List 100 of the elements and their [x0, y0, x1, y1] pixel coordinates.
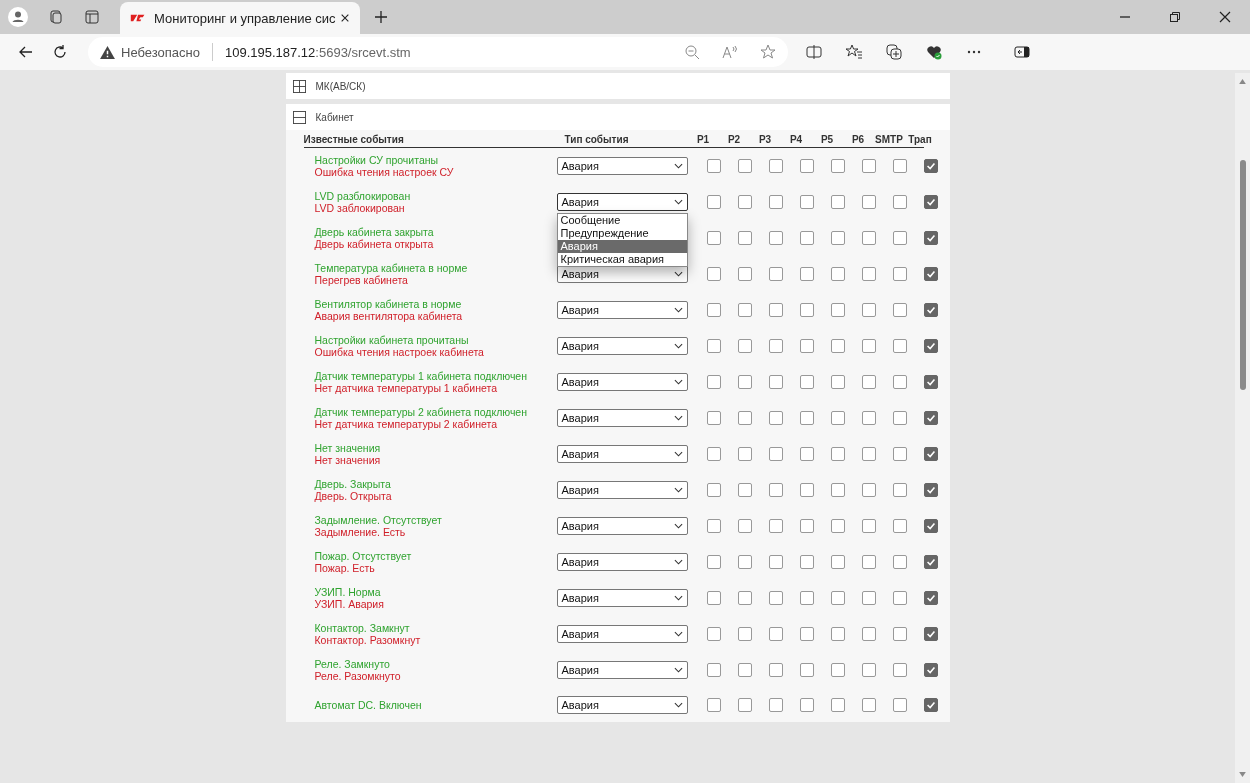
checkbox[interactable] — [893, 483, 907, 497]
checkbox[interactable] — [862, 698, 876, 712]
event-type-select[interactable]: Авария — [556, 445, 688, 463]
event-type-select[interactable]: Авария — [556, 481, 688, 499]
checkbox[interactable] — [738, 519, 752, 533]
collections-icon[interactable] — [886, 44, 902, 60]
checkbox[interactable] — [800, 195, 814, 209]
checkbox[interactable] — [769, 411, 783, 425]
checkbox[interactable] — [831, 339, 845, 353]
checkbox[interactable] — [769, 267, 783, 281]
checkbox[interactable] — [893, 411, 907, 425]
checkbox[interactable] — [893, 303, 907, 317]
checkbox[interactable] — [738, 159, 752, 173]
checkbox[interactable] — [862, 303, 876, 317]
checkbox[interactable] — [800, 698, 814, 712]
checkbox[interactable] — [738, 339, 752, 353]
reload-icon[interactable] — [52, 44, 68, 60]
checkbox[interactable] — [924, 411, 938, 425]
checkbox[interactable] — [831, 267, 845, 281]
checkbox[interactable] — [769, 231, 783, 245]
checkbox[interactable] — [769, 591, 783, 605]
checkbox[interactable] — [831, 627, 845, 641]
star-icon[interactable] — [760, 44, 776, 60]
checkbox[interactable] — [707, 411, 721, 425]
profile-icon[interactable] — [8, 7, 28, 27]
scroll-down-icon[interactable] — [1239, 772, 1246, 777]
checkbox[interactable] — [800, 591, 814, 605]
checkbox[interactable] — [738, 663, 752, 677]
checkbox[interactable] — [800, 303, 814, 317]
favorites-icon[interactable] — [846, 44, 862, 60]
checkbox[interactable] — [831, 555, 845, 569]
event-type-select[interactable]: Авария — [556, 193, 688, 211]
checkbox[interactable] — [862, 231, 876, 245]
checkbox[interactable] — [769, 483, 783, 497]
checkbox[interactable] — [831, 231, 845, 245]
checkbox[interactable] — [707, 591, 721, 605]
heart-icon[interactable] — [926, 44, 942, 60]
checkbox[interactable] — [893, 663, 907, 677]
event-type-select[interactable]: Авария — [556, 589, 688, 607]
checkbox[interactable] — [924, 555, 938, 569]
event-type-select[interactable]: Авария — [556, 696, 688, 714]
checkbox[interactable] — [769, 159, 783, 173]
checkbox[interactable] — [862, 555, 876, 569]
checkbox[interactable] — [862, 195, 876, 209]
checkbox[interactable] — [893, 231, 907, 245]
checkbox[interactable] — [800, 411, 814, 425]
checkbox[interactable] — [707, 159, 721, 173]
event-type-select[interactable]: Авария — [556, 409, 688, 427]
checkbox[interactable] — [707, 231, 721, 245]
new-tab-icon[interactable] — [374, 10, 388, 24]
address-bar[interactable]: Небезопасно 109.195.187.12:5693/srcevt.stm — [88, 37, 788, 67]
scrollbar[interactable] — [1235, 73, 1250, 783]
checkbox[interactable] — [738, 303, 752, 317]
checkbox[interactable] — [738, 627, 752, 641]
checkbox[interactable] — [924, 591, 938, 605]
checkbox[interactable] — [800, 231, 814, 245]
checkbox[interactable] — [924, 267, 938, 281]
checkbox[interactable] — [738, 231, 752, 245]
checkbox[interactable] — [769, 519, 783, 533]
checkbox[interactable] — [924, 483, 938, 497]
checkbox[interactable] — [738, 267, 752, 281]
checkbox[interactable] — [800, 339, 814, 353]
event-type-select[interactable]: Авария — [556, 301, 688, 319]
checkbox[interactable] — [800, 483, 814, 497]
event-type-select[interactable]: Авария — [556, 553, 688, 571]
checkbox[interactable] — [831, 195, 845, 209]
checkbox[interactable] — [707, 447, 721, 461]
checkbox[interactable] — [831, 698, 845, 712]
checkbox[interactable] — [738, 195, 752, 209]
dropdown-option[interactable]: Авария — [557, 240, 687, 253]
browser-tab[interactable]: Мониторинг и управление сис — [120, 2, 360, 34]
dropdown-option[interactable]: Сообщение — [557, 214, 687, 227]
scroll-up-icon[interactable] — [1239, 79, 1246, 84]
split-screen-icon[interactable] — [806, 44, 822, 60]
checkbox[interactable] — [893, 447, 907, 461]
checkbox[interactable] — [862, 591, 876, 605]
checkbox[interactable] — [862, 267, 876, 281]
checkbox[interactable] — [893, 159, 907, 173]
checkbox[interactable] — [800, 159, 814, 173]
checkbox[interactable] — [707, 375, 721, 389]
tab-actions-icon[interactable] — [84, 9, 100, 25]
checkbox[interactable] — [800, 627, 814, 641]
checkbox[interactable] — [738, 411, 752, 425]
event-type-select[interactable]: Авария — [556, 157, 688, 175]
checkbox[interactable] — [707, 267, 721, 281]
checkbox[interactable] — [831, 663, 845, 677]
checkbox[interactable] — [769, 375, 783, 389]
checkbox[interactable] — [862, 447, 876, 461]
checkbox[interactable] — [862, 159, 876, 173]
event-type-select[interactable]: Авария — [556, 373, 688, 391]
dropdown-option[interactable]: Предупреждение — [557, 227, 687, 240]
checkbox[interactable] — [800, 663, 814, 677]
checkbox[interactable] — [800, 519, 814, 533]
checkbox[interactable] — [862, 519, 876, 533]
checkbox[interactable] — [831, 303, 845, 317]
checkbox[interactable] — [738, 698, 752, 712]
section-header[interactable]: МК(АВ/СК) — [285, 73, 950, 99]
event-type-select[interactable]: Авария — [556, 625, 688, 643]
checkbox[interactable] — [707, 195, 721, 209]
checkbox[interactable] — [831, 375, 845, 389]
